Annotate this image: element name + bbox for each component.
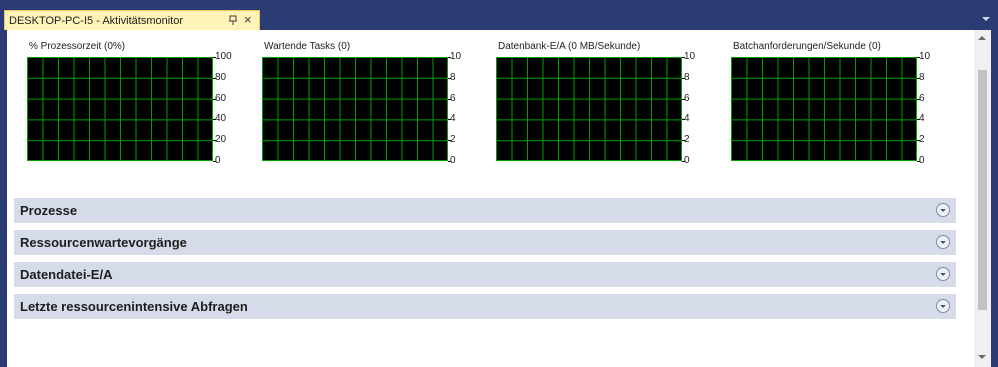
chart-title: Datenbank-E/A (0 MB/Sekunde) (498, 41, 641, 52)
tick-label: 60 (215, 93, 227, 104)
expand-icon[interactable] (936, 203, 950, 217)
expand-icon[interactable] (936, 235, 950, 249)
tick-label: 8 (684, 72, 690, 83)
tick-label: 6 (450, 93, 456, 104)
tick-label: 100 (215, 51, 232, 62)
tick-label: 6 (684, 93, 690, 104)
tick-label: 4 (450, 113, 456, 124)
tick-label: 20 (215, 134, 227, 145)
section-label: Letzte ressourcenintensive Abfragen (20, 299, 248, 314)
chart-plot (262, 57, 448, 161)
section-processes[interactable]: Prozesse (14, 198, 956, 223)
chart-title: % Prozessorzeit (0%) (29, 41, 126, 52)
section-label: Datendatei-E/A (20, 267, 113, 282)
chart-waiting-tasks: Wartende Tasks (0) 10 8 6 4 2 0 (262, 41, 482, 171)
tick-label: 2 (450, 134, 456, 145)
chart-title: Batchanforderungen/Sekunde (0) (733, 41, 881, 52)
section-label: Ressourcenwartevorgänge (20, 235, 187, 250)
vertical-scrollbar[interactable] (974, 30, 991, 367)
expand-icon[interactable] (936, 299, 950, 313)
chart-plot (731, 57, 917, 161)
tick-label: 0 (450, 155, 456, 166)
expand-icon[interactable] (936, 267, 950, 281)
tick-label: 2 (919, 134, 925, 145)
tick-label: 0 (684, 155, 690, 166)
chart-plot (496, 57, 682, 161)
tick-label: 4 (919, 113, 925, 124)
chart-processor-time: % Prozessorzeit (0%) 100 80 60 40 20 0 (27, 41, 247, 171)
tick-label: 80 (215, 72, 227, 83)
tick-label: 10 (450, 51, 462, 62)
tick-label: 10 (684, 51, 696, 62)
tick-label: 0 (919, 155, 925, 166)
chevron-down-icon[interactable] (982, 17, 990, 21)
pin-icon[interactable] (227, 14, 239, 26)
tick-label: 10 (919, 51, 931, 62)
window-frame: DESKTOP-PC-I5 - Aktivitätsmonitor × % Pr… (0, 0, 998, 367)
section-label: Prozesse (20, 203, 78, 218)
section-data-file-io[interactable]: Datendatei-E/A (14, 262, 956, 287)
tick-label: 4 (684, 113, 690, 124)
section-expensive-queries[interactable]: Letzte ressourcenintensive Abfragen (14, 294, 956, 319)
tick-label: 8 (450, 72, 456, 83)
chart-title: Wartende Tasks (0) (264, 41, 351, 52)
tick-label: 2 (684, 134, 690, 145)
tab-bar: DESKTOP-PC-I5 - Aktivitätsmonitor × (0, 0, 998, 30)
scroll-down-icon[interactable] (978, 355, 986, 359)
tick-label: 6 (919, 93, 925, 104)
activity-monitor-content: % Prozessorzeit (0%) 100 80 60 40 20 0 W… (7, 30, 991, 367)
tab-activity-monitor[interactable]: DESKTOP-PC-I5 - Aktivitätsmonitor × (4, 10, 260, 30)
close-icon[interactable]: × (244, 12, 252, 28)
chart-batch-requests: Batchanforderungen/Sekunde (0) 10 8 6 4 … (731, 41, 951, 171)
tick-label: 0 (215, 155, 221, 166)
tick-label: 40 (215, 113, 227, 124)
tick-label: 8 (919, 72, 925, 83)
scroll-thumb[interactable] (978, 70, 987, 310)
chart-plot (27, 57, 213, 161)
chart-database-io: Datenbank-E/A (0 MB/Sekunde) 10 8 6 4 2 … (496, 41, 716, 171)
tab-title: DESKTOP-PC-I5 - Aktivitätsmonitor (9, 14, 184, 27)
scroll-up-icon[interactable] (978, 36, 986, 40)
section-resource-waits[interactable]: Ressourcenwartevorgänge (14, 230, 956, 255)
